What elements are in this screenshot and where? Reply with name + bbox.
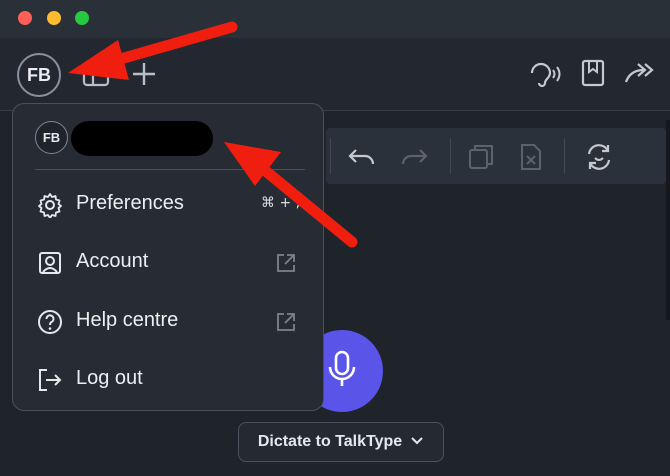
refresh-icon[interactable] <box>582 140 616 174</box>
user-icon <box>37 250 63 276</box>
redacted-username <box>71 121 213 156</box>
zoom-window-button[interactable] <box>75 11 89 25</box>
avatar-button[interactable]: FB <box>17 53 61 97</box>
dictate-label: Dictate to TalkType <box>257 433 403 450</box>
edit-toolbar <box>326 128 666 184</box>
menu-item-label: Help centre <box>76 309 179 331</box>
account-menu: FB Preferences ⌘ + , Account Help centre… <box>12 103 324 411</box>
panel-edge <box>666 120 670 320</box>
plus-icon[interactable] <box>128 58 160 90</box>
undo-icon[interactable] <box>346 142 378 172</box>
shortcut-label: ⌘ + , <box>261 195 301 211</box>
gear-icon <box>37 192 63 218</box>
menu-avatar: FB <box>35 121 68 154</box>
menu-item-label: Account <box>76 250 149 272</box>
copy-icon[interactable] <box>466 142 496 172</box>
share-icon[interactable] <box>622 58 656 90</box>
redo-icon[interactable] <box>398 142 430 172</box>
menu-item-account[interactable]: Account <box>13 237 323 287</box>
bookmark-icon[interactable] <box>578 58 608 90</box>
voice-icon[interactable] <box>527 58 563 90</box>
menu-item-preferences[interactable]: Preferences ⌘ + , <box>13 179 323 229</box>
external-link-icon <box>273 250 299 276</box>
external-link-icon <box>273 309 299 335</box>
menu-item-log-out[interactable]: Log out <box>13 354 323 404</box>
sidebar-icon[interactable] <box>80 58 112 90</box>
chevron-down-icon <box>410 433 424 451</box>
menu-divider <box>35 169 305 170</box>
divider <box>564 138 565 174</box>
close-window-button[interactable] <box>18 11 32 25</box>
divider <box>330 138 331 174</box>
main-toolbar: FB <box>0 38 670 111</box>
menu-item-help-centre[interactable]: Help centre <box>13 296 323 346</box>
help-icon <box>37 309 63 335</box>
divider <box>450 138 451 174</box>
dictate-dropdown[interactable]: Dictate to TalkType <box>238 422 444 462</box>
title-bar <box>0 0 670 38</box>
microphone-icon <box>327 350 357 392</box>
minimize-window-button[interactable] <box>47 11 61 25</box>
logout-icon <box>37 367 63 393</box>
clear-icon[interactable] <box>516 142 546 172</box>
menu-item-label: Preferences <box>76 192 184 214</box>
menu-item-label: Log out <box>76 367 143 389</box>
